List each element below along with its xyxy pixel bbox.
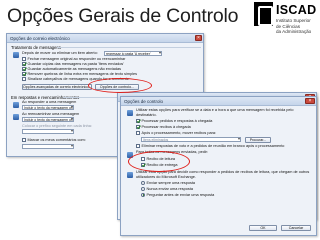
reply-select[interactable]: Incluir o texto da mensagem original: [22, 105, 74, 110]
close-icon[interactable]: ×: [195, 35, 202, 41]
mark-comments-row[interactable]: Marcar os meus comentários com:: [22, 137, 86, 143]
checkbox[interactable]: [136, 130, 140, 135]
advanced-email-options-button[interactable]: Opções avançadas de correio electrónico.…: [22, 84, 92, 90]
forward-select[interactable]: Incluir o texto da mensagem original: [22, 117, 74, 122]
iscad-logo: ISCAD Instituto Superior de Ciências da …: [254, 2, 318, 48]
delete-responses-row[interactable]: Eliminar respostas de voto e a pedidos d…: [136, 143, 284, 149]
respond-option[interactable]: Enviar sempre uma resposta: [141, 180, 195, 186]
mark-comments-input[interactable]: [22, 144, 74, 149]
checkbox[interactable]: [22, 61, 26, 66]
option-row[interactable]: Processar pedidos e respostas à chegada: [136, 118, 212, 124]
radio[interactable]: [141, 192, 145, 197]
checkbox[interactable]: [22, 71, 26, 76]
receipts-folder-field[interactable]: Itens eliminados: [141, 137, 241, 142]
section-message-handling: Tratamento de mensagens: [11, 45, 61, 50]
checkbox[interactable]: [136, 143, 140, 148]
after-move-label: Depois de mover ou eliminar um item aber…: [22, 51, 98, 55]
browse-button[interactable]: Procurar...: [245, 136, 271, 143]
dialog-title-bar: Opções de controlo ×: [121, 97, 316, 106]
checkbox[interactable]: [136, 118, 140, 123]
logo-mark-icon: [254, 2, 273, 26]
checkbox[interactable]: [22, 76, 26, 81]
option-row[interactable]: Após o processamento, mover recibos para…: [136, 130, 216, 136]
highlight-receipts: [128, 151, 190, 172]
forward-icon: [13, 114, 19, 120]
respond-icon: [127, 172, 133, 178]
logo-name: ISCAD: [276, 3, 317, 17]
checkbox[interactable]: [136, 124, 140, 129]
slide-title: Opções Gerais de Controlo: [7, 5, 239, 27]
dialog-title-bar: Opções de correio electrónico ×: [7, 34, 203, 43]
option-row[interactable]: Processar recibos à chegada: [136, 124, 191, 130]
tracking-icon: [127, 110, 133, 116]
respond-option[interactable]: Nunca enviar uma resposta: [141, 186, 193, 192]
reply-icon: [13, 102, 19, 108]
highlight-tracking-button: [88, 78, 152, 93]
after-move-select[interactable]: regressar à pasta 'A receber': [104, 51, 162, 56]
respond-option[interactable]: Perguntar antes de enviar uma resposta: [141, 192, 214, 198]
prefix-input[interactable]: [22, 129, 74, 134]
radio[interactable]: [141, 180, 145, 185]
close-icon[interactable]: ×: [305, 98, 315, 104]
checkbox[interactable]: [22, 137, 26, 142]
logo-subtitle: Instituto Superior de Ciências da Admini…: [276, 18, 312, 35]
cancel-button[interactable]: Cancelar: [281, 225, 311, 231]
radio[interactable]: [141, 186, 145, 191]
checkbox[interactable]: [22, 66, 26, 71]
tracking-intro: Utilizar estas opções para verificar se …: [136, 108, 294, 117]
message-icon: [13, 52, 19, 58]
ok-button[interactable]: OK: [249, 225, 277, 231]
checkbox[interactable]: [22, 56, 26, 61]
